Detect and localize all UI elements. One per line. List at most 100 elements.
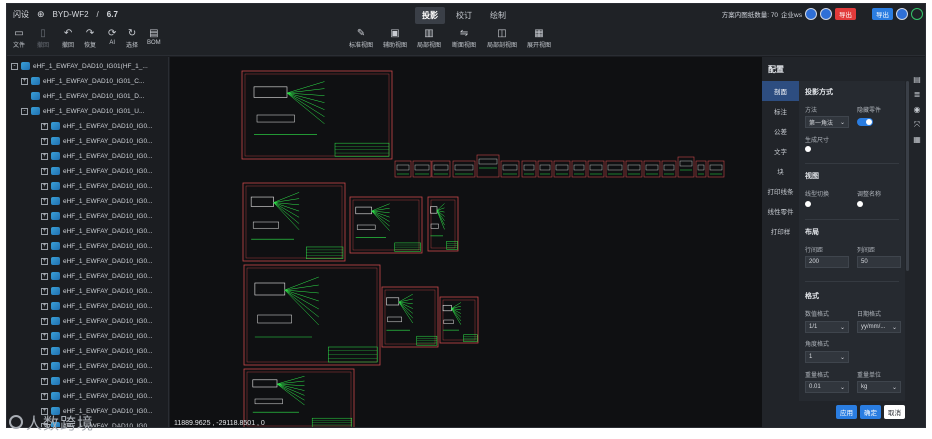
tree-item[interactable]: + eHF_1_EWFAY_DAD10_IG0...: [41, 374, 152, 388]
expand-view-button[interactable]: ▦ 展开视图: [527, 28, 551, 49]
expand-icon[interactable]: +: [41, 317, 48, 325]
drawing-canvas[interactable]: 11889.9625 , -29118.8501 , 0: [170, 57, 762, 427]
tree-item[interactable]: + eHF_1_EWFAY_DAD10_IG0...: [41, 119, 152, 133]
apply-button[interactable]: 应用: [836, 405, 857, 419]
withdraw-button[interactable]: ▯ 撤回: [37, 28, 49, 49]
tree-item[interactable]: + eHF_1_EWFAY_DAD10_IG01_C...: [21, 74, 144, 88]
hide-parts-toggle[interactable]: [857, 118, 873, 126]
tree-item[interactable]: + eHF_1_EWFAY_DAD10_IG0...: [41, 149, 152, 163]
export-red-button[interactable]: 导出: [835, 8, 856, 20]
number-format-select[interactable]: 1/1 ⌄: [805, 321, 849, 333]
row-spacing-input[interactable]: 200: [805, 256, 849, 268]
tree-item[interactable]: + eHF_1_EWFAY_DAD10_IG0...: [41, 164, 152, 178]
tree-item[interactable]: + eHF_1_EWFAY_DAD10_IG0...: [41, 299, 152, 313]
tree-item[interactable]: - eHF_1_EWFAY_DAD10_IG01_U...: [21, 104, 144, 118]
collapse-icon[interactable]: -: [11, 62, 18, 70]
layers-icon[interactable]: ≣: [914, 90, 921, 100]
settings-icon[interactable]: ⊕: [37, 9, 45, 20]
detail-view-button[interactable]: ◫ 局部剖视图: [487, 28, 517, 49]
divider: [805, 163, 899, 164]
section-view-button[interactable]: ⇋ 断面视图: [452, 28, 476, 49]
export-blue-button[interactable]: 导出: [872, 8, 893, 20]
tab-revise[interactable]: 校订: [449, 7, 479, 24]
tree-item[interactable]: + eHF_1_EWFAY_DAD10_IG0...: [41, 389, 152, 403]
tree-item[interactable]: + eHF_1_EWFAY_DAD10_IG0...: [41, 134, 152, 148]
ai-button[interactable]: ⟳ AI: [108, 28, 116, 46]
tab-projection[interactable]: 投影: [415, 7, 445, 24]
expand-icon[interactable]: +: [41, 197, 48, 205]
expand-icon[interactable]: +: [41, 302, 48, 310]
cancel-button[interactable]: 取消: [884, 405, 905, 419]
expand-icon[interactable]: +: [41, 392, 48, 400]
tab-print-lines[interactable]: 打印线条: [762, 181, 799, 201]
grid-icon[interactable]: ▦: [913, 135, 921, 145]
small-sheet-part: [414, 164, 430, 171]
aux-view-button[interactable]: ▣ 辅助视图: [383, 28, 407, 49]
expand-icon[interactable]: +: [41, 332, 48, 340]
col-spacing-input[interactable]: 50: [857, 256, 901, 268]
tab-text[interactable]: 文字: [762, 141, 799, 161]
file-button[interactable]: ▭ 文件: [13, 28, 25, 49]
tree-item[interactable]: + eHF_1_EWFAY_DAD10_IG0...: [41, 224, 152, 238]
expand-icon[interactable]: +: [41, 167, 48, 175]
collapse-icon[interactable]: -: [21, 107, 28, 115]
expand-icon[interactable]: +: [21, 77, 28, 85]
tangent-radio[interactable]: [805, 201, 811, 207]
tab-tolerance[interactable]: 公差: [762, 121, 799, 141]
tab-annotation[interactable]: 标注: [762, 101, 799, 121]
angle-format-select[interactable]: 1 ⌄: [805, 351, 849, 363]
expand-icon[interactable]: +: [41, 122, 48, 130]
select-button[interactable]: ↻ 选择: [126, 28, 138, 49]
tree-item[interactable]: eHF_1_EWFAY_DAD10_IG01_D...: [21, 89, 144, 103]
expand-icon[interactable]: +: [41, 152, 48, 160]
expand-icon[interactable]: +: [41, 212, 48, 220]
bom-button[interactable]: ▤ BOM: [147, 28, 161, 46]
expand-icon[interactable]: +: [41, 227, 48, 235]
expand-icon[interactable]: +: [41, 377, 48, 385]
project-name[interactable]: BYD-WF2: [53, 10, 89, 19]
tree-item[interactable]: + eHF_1_EWFAY_DAD10_IG0...: [41, 344, 152, 358]
tree-item[interactable]: + eHF_1_EWFAY_DAD10_IG0...: [41, 359, 152, 373]
profile-icon[interactable]: [896, 8, 908, 20]
tab-block[interactable]: 块: [762, 161, 799, 181]
expand-icon[interactable]: +: [41, 242, 48, 250]
standard-view-button[interactable]: ✎ 标准视图: [349, 28, 373, 49]
tree-root[interactable]: - eHF_1_EWFAY_DAD10_IG01(HF_1_...: [11, 59, 148, 73]
tree-item[interactable]: + eHF_1_EWFAY_DAD10_IG0...: [41, 209, 152, 223]
tree-item[interactable]: + eHF_1_EWFAY_DAD10_IG0...: [41, 239, 152, 253]
weight-format-select[interactable]: 0.01 ⌄: [805, 381, 849, 393]
local-view-button[interactable]: ▥ 局部视图: [417, 28, 441, 49]
tab-draw[interactable]: 绘制: [483, 7, 513, 24]
tab-linear-parts[interactable]: 线性零件: [762, 201, 799, 221]
gen-size-radio[interactable]: [805, 146, 811, 152]
ok-button[interactable]: 确定: [860, 405, 881, 419]
fit-icon[interactable]: ⤧: [914, 120, 920, 130]
redo-button[interactable]: ↷ 恢复: [84, 28, 96, 49]
tree-item[interactable]: + eHF_1_EWFAY_DAD10_IG0...: [41, 314, 152, 328]
avatar-icon-2[interactable]: [820, 8, 832, 20]
adjust-name-radio[interactable]: [857, 201, 863, 207]
method-select[interactable]: 第一角法 ⌄: [805, 116, 849, 128]
tree-item[interactable]: + eHF_1_EWFAY_DAD10_IG0...: [41, 329, 152, 343]
expand-icon[interactable]: +: [41, 182, 48, 190]
expand-icon[interactable]: +: [41, 362, 48, 370]
tree-item[interactable]: + eHF_1_EWFAY_DAD10_IG0...: [41, 194, 152, 208]
tab-section[interactable]: 剖面: [762, 81, 799, 101]
tab-print-style[interactable]: 打印样: [762, 221, 799, 241]
expand-icon[interactable]: +: [41, 272, 48, 280]
avatar-icon[interactable]: [805, 8, 817, 20]
tree-item[interactable]: + eHF_1_EWFAY_DAD10_IG0...: [41, 254, 152, 268]
expand-icon[interactable]: +: [41, 257, 48, 265]
undo-button[interactable]: ↶ 撤回: [62, 28, 74, 49]
panel-scrollbar[interactable]: [906, 81, 909, 271]
tree-item[interactable]: + eHF_1_EWFAY_DAD10_IG0...: [41, 269, 152, 283]
tree-item[interactable]: + eHF_1_EWFAY_DAD10_IG0...: [41, 179, 152, 193]
tree-item[interactable]: + eHF_1_EWFAY_DAD10_IG0...: [41, 284, 152, 298]
expand-icon[interactable]: +: [41, 347, 48, 355]
weight-unit-select[interactable]: kg ⌄: [857, 381, 901, 393]
eye-icon[interactable]: ◉: [914, 105, 921, 115]
list-icon[interactable]: ▤: [913, 75, 921, 85]
expand-icon[interactable]: +: [41, 137, 48, 145]
date-format-select[interactable]: yy/mm/... ⌄: [857, 321, 901, 333]
expand-icon[interactable]: +: [41, 287, 48, 295]
